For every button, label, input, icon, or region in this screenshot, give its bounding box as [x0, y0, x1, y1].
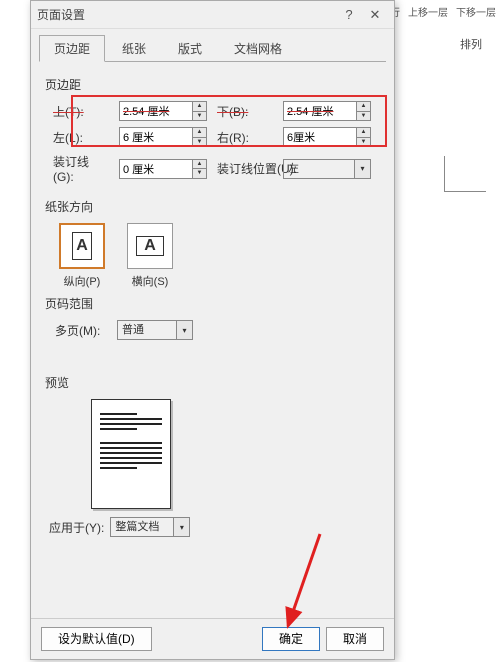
gutter-pos-value: 左	[283, 159, 355, 179]
portrait-label: 纵向(P)	[59, 273, 105, 289]
canvas-object-fragment	[444, 156, 486, 192]
section-range: 页码范围	[45, 295, 380, 312]
margin-bottom-field[interactable]	[283, 101, 357, 121]
tab-grid[interactable]: 文档网格	[219, 35, 297, 62]
dialog-body: 页边距 上(T): ▲▼ 下(B): ▲▼ 左(L): ▲▼ 右(R): ▲▼	[31, 62, 394, 618]
margin-left-field[interactable]	[119, 127, 193, 147]
margin-top-input[interactable]: ▲▼	[119, 101, 207, 121]
chevron-down-icon[interactable]: ▾	[177, 320, 193, 340]
margin-top-field[interactable]	[119, 101, 193, 121]
spin-down-icon[interactable]: ▼	[193, 168, 207, 179]
margin-right-field[interactable]	[283, 127, 357, 147]
tab-paper[interactable]: 纸张	[107, 35, 161, 62]
label-multipage: 多页(M):	[55, 322, 111, 339]
label-gutter-pos: 装订线位置(U):	[217, 160, 273, 177]
landscape-label: 横向(S)	[127, 273, 173, 289]
section-margins: 页边距	[45, 76, 380, 93]
titlebar: 页面设置 ? ✕	[31, 1, 394, 29]
label-apply-to: 应用于(Y):	[49, 519, 104, 536]
spin-up-icon[interactable]: ▲	[193, 101, 207, 111]
chevron-down-icon[interactable]: ▾	[174, 517, 190, 537]
gutter-field[interactable]	[119, 159, 193, 179]
spin-down-icon[interactable]: ▼	[357, 137, 371, 148]
multipage-select[interactable]: 普通 ▾	[117, 320, 193, 340]
spin-down-icon[interactable]: ▼	[357, 111, 371, 122]
margin-right-input[interactable]: ▲▼	[283, 127, 371, 147]
multipage-value: 普通	[117, 320, 177, 340]
orientation-portrait[interactable]: A 纵向(P)	[59, 223, 105, 289]
close-button[interactable]: ✕	[362, 7, 388, 23]
label-bottom: 下(B):	[217, 103, 273, 120]
margin-left-input[interactable]: ▲▼	[119, 127, 207, 147]
label-left: 左(L):	[53, 129, 109, 146]
cancel-button[interactable]: 取消	[326, 627, 384, 651]
tab-layout[interactable]: 版式	[163, 35, 217, 62]
margin-bottom-input[interactable]: ▲▼	[283, 101, 371, 121]
chevron-down-icon[interactable]: ▾	[355, 159, 371, 179]
preview-page	[91, 399, 171, 509]
label-gutter: 装订线(G):	[53, 153, 109, 184]
section-orientation: 纸张方向	[45, 198, 380, 215]
orientation-landscape[interactable]: A 横向(S)	[127, 223, 173, 289]
ribbon-group-align: 排列	[460, 36, 482, 52]
dialog-footer: 设为默认值(D) 确定 取消	[31, 618, 394, 659]
tab-margins[interactable]: 页边距	[39, 35, 105, 62]
ribbon-fragment: 行上移一层下移一层	[386, 4, 500, 19]
tabstrip: 页边距 纸张 版式 文档网格	[31, 29, 394, 62]
gutter-pos-select[interactable]: 左 ▾	[283, 159, 371, 179]
label-top: 上(T):	[53, 103, 109, 120]
dialog-title: 页面设置	[37, 6, 336, 23]
set-default-button[interactable]: 设为默认值(D)	[41, 627, 152, 651]
help-button[interactable]: ?	[336, 7, 362, 22]
spin-up-icon[interactable]: ▲	[357, 101, 371, 111]
gutter-input[interactable]: ▲▼	[119, 159, 207, 179]
spin-down-icon[interactable]: ▼	[193, 111, 207, 122]
spin-up-icon[interactable]: ▲	[193, 127, 207, 137]
section-preview: 预览	[45, 374, 380, 391]
spin-up-icon[interactable]: ▲	[357, 127, 371, 137]
spin-down-icon[interactable]: ▼	[193, 137, 207, 148]
page-setup-dialog: 页面设置 ? ✕ 页边距 纸张 版式 文档网格 页边距 上(T): ▲▼ 下(B…	[30, 0, 395, 660]
apply-to-value: 整篇文档	[110, 517, 174, 537]
apply-to-select[interactable]: 整篇文档 ▾	[110, 517, 190, 537]
label-right: 右(R):	[217, 129, 273, 146]
spin-up-icon[interactable]: ▲	[193, 159, 207, 169]
ok-button[interactable]: 确定	[262, 627, 320, 651]
